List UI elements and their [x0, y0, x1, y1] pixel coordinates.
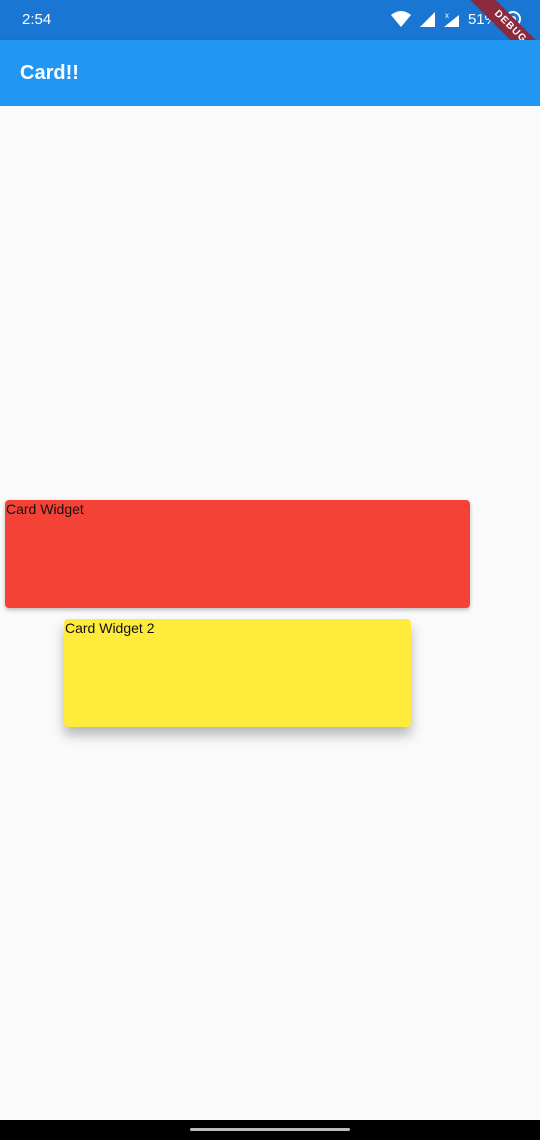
signal-no-data-icon: x — [442, 10, 460, 28]
svg-text:x: x — [445, 11, 449, 20]
battery-percent: 51% — [467, 10, 498, 28]
page-title: Card!! — [20, 62, 79, 84]
status-time: 2:54 — [22, 11, 52, 28]
home-indicator[interactable] — [190, 1128, 350, 1131]
wifi-icon — [390, 10, 412, 28]
app-bar: Card!! — [0, 40, 540, 106]
main-content: Card Widget Card Widget 2 — [0, 106, 540, 1120]
card-widget-2: Card Widget 2 — [64, 619, 411, 727]
status-icons: x 51% — [390, 10, 522, 28]
navigation-bar — [0, 1120, 540, 1140]
status-bar: 2:54 x 51% DEBUG — [0, 0, 540, 76]
card-label: Card Widget 2 — [65, 620, 155, 636]
card-widget: Card Widget — [5, 500, 470, 608]
battery-icon — [504, 10, 522, 28]
signal-icon — [418, 10, 436, 28]
card-label: Card Widget — [6, 501, 84, 517]
